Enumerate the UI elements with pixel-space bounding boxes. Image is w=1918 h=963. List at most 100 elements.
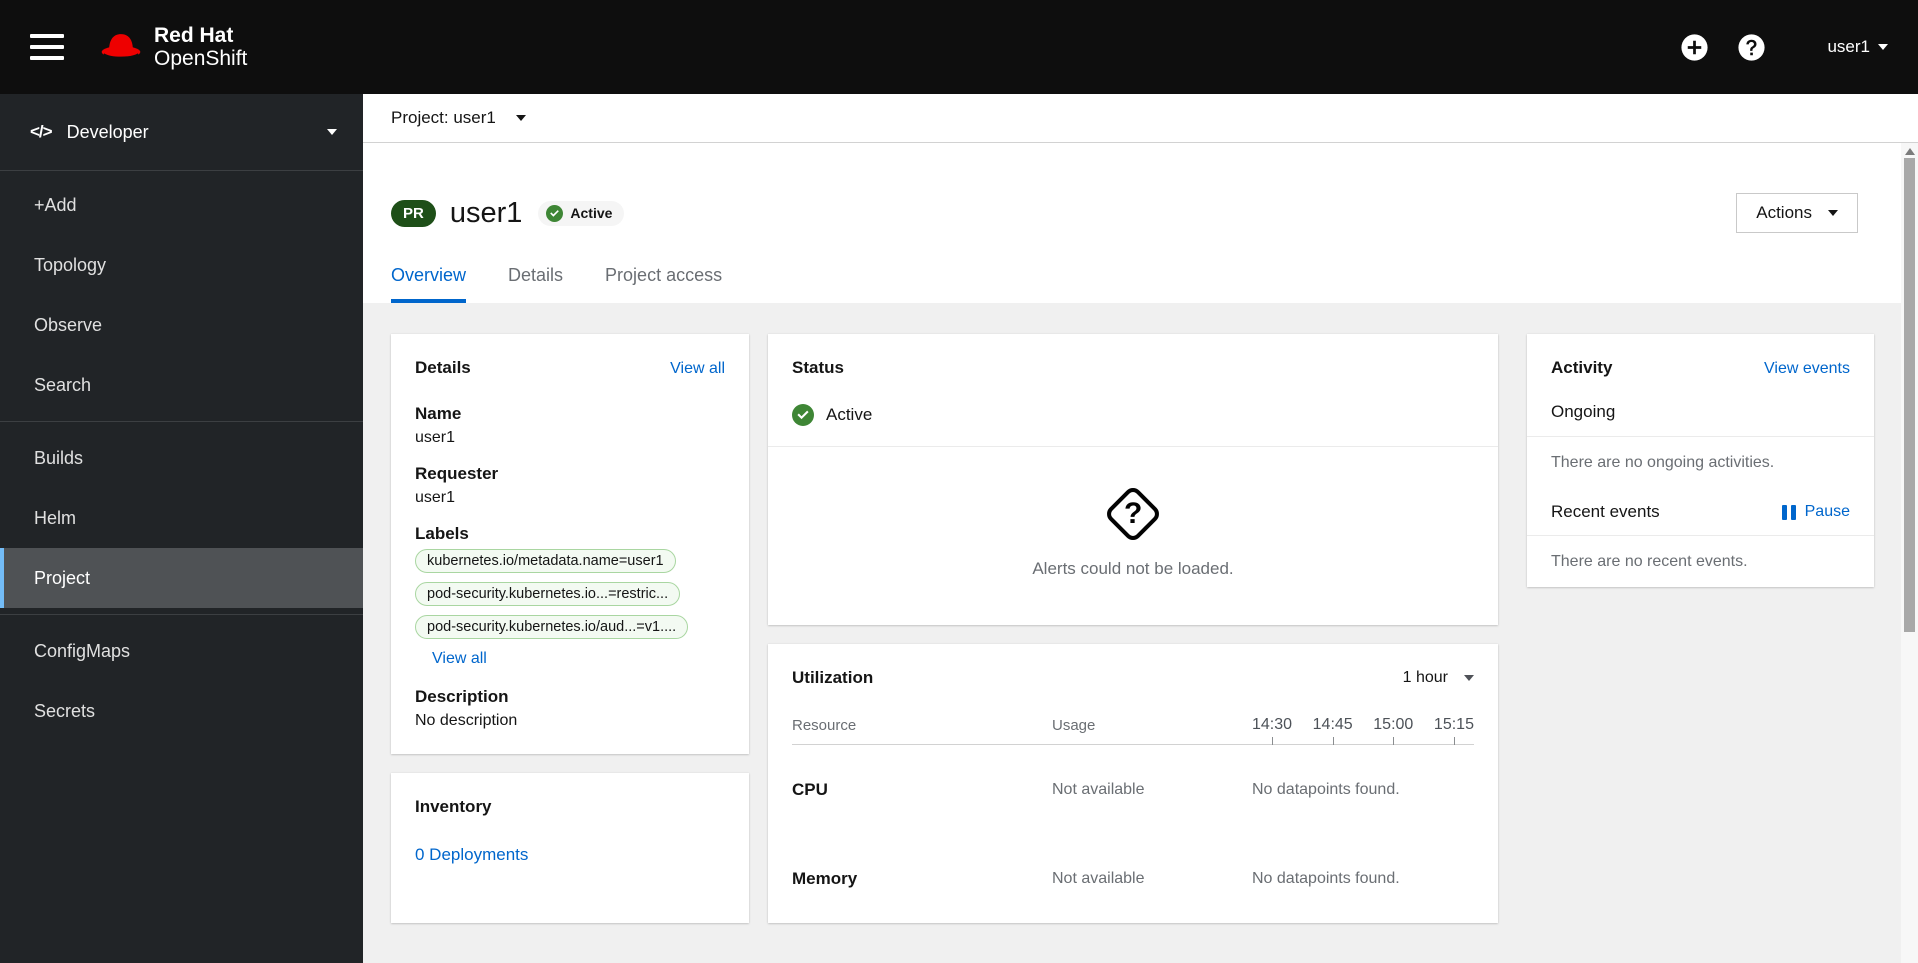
duration-dropdown-label: 1 hour (1402, 669, 1448, 686)
label-chip[interactable]: pod-security.kubernetes.io/aud...=v1.... (415, 615, 689, 639)
time-tick-label: 15:15 (1433, 716, 1474, 745)
resource-datapoints: No datapoints found. (1252, 780, 1400, 798)
check-circle-icon (792, 404, 814, 426)
project-selector-label: Project: user1 (391, 108, 496, 127)
user-menu[interactable]: user1 (1827, 37, 1888, 57)
label-chip[interactable]: pod-security.kubernetes.io...=restric... (415, 582, 681, 606)
status-badge-label: Active (570, 205, 613, 221)
ongoing-heading: Ongoing (1551, 402, 1616, 421)
sidebar-item-add[interactable]: +Add (0, 175, 363, 235)
recent-events-heading: Recent events (1551, 502, 1660, 521)
perspective-label: Developer (66, 121, 149, 142)
details-card-title: Details (415, 358, 471, 377)
field-value-requester: user1 (415, 489, 456, 506)
tab-bar: Overview Details Project access (391, 265, 1858, 303)
sidebar-item-builds[interactable]: Builds (0, 428, 363, 488)
user-menu-label: user1 (1827, 37, 1870, 56)
activity-card: Activity View events Ongoing There are n… (1527, 334, 1874, 587)
question-circle-icon (1738, 33, 1766, 61)
activity-card-title: Activity (1551, 358, 1613, 377)
labels-view-all-link[interactable]: View all (432, 650, 487, 668)
caret-down-icon (1878, 44, 1888, 50)
alerts-empty-state: ? Alerts could not be loaded. (768, 446, 1498, 625)
project-bar: Project: user1 (363, 94, 1918, 143)
page-header: PR user1 Active Actions Overview Details (363, 143, 1918, 303)
hamburger-menu-icon[interactable] (30, 34, 64, 60)
caret-down-icon (1464, 675, 1474, 681)
actions-button[interactable]: Actions (1736, 193, 1858, 233)
redhat-fedora-icon (101, 34, 141, 59)
time-tick-label: 15:00 (1373, 716, 1414, 745)
sidebar-nav: +Add Topology Observe Search Builds Helm… (0, 171, 363, 741)
check-circle-icon (546, 204, 564, 222)
details-view-all-link[interactable]: View all (670, 360, 725, 378)
perspective-switcher[interactable]: </> Developer (0, 94, 363, 171)
sidebar-item-search[interactable]: Search (0, 355, 363, 415)
page-title: user1 (449, 196, 523, 229)
time-tick-label: 14:45 (1312, 716, 1353, 745)
field-term-name: Name (415, 404, 462, 423)
ongoing-empty-message: There are no ongoing activities. (1527, 436, 1874, 488)
deployments-link[interactable]: 0 Deployments (415, 845, 725, 865)
overview-content: Details View all Name user1 Requester us… (363, 303, 1918, 923)
main-area: Project: user1 PR user1 Active Actions O… (363, 94, 1918, 963)
time-axis: 14:30 14:45 15:00 15:15 (1252, 716, 1474, 745)
scrollbar-up-arrow[interactable] (1904, 148, 1915, 155)
tab-overview[interactable]: Overview (391, 265, 467, 303)
status-badge: Active (538, 200, 625, 226)
field-term-requester: Requester (415, 464, 499, 483)
sidebar: </> Developer +Add Topology Observe Sear… (0, 94, 363, 963)
resource-datapoints: No datapoints found. (1252, 869, 1400, 887)
quick-add-button[interactable] (1681, 33, 1709, 61)
utilization-card-title: Utilization (792, 668, 874, 687)
caret-down-icon (515, 115, 526, 121)
project-resource-badge: PR (391, 199, 436, 227)
inventory-card: Inventory 0 Deployments (391, 773, 749, 923)
time-tick-label: 14:30 (1252, 716, 1293, 745)
sidebar-item-project[interactable]: Project (0, 548, 363, 608)
help-button[interactable] (1738, 33, 1766, 61)
pause-events-button[interactable]: Pause (1781, 503, 1850, 521)
resource-usage: Not available (1052, 869, 1145, 887)
status-card: Status Active ? Alerts could not be load… (768, 334, 1498, 625)
column-header-resource: Resource (792, 717, 857, 734)
status-card-title: Status (792, 358, 844, 377)
pause-button-label: Pause (1804, 503, 1850, 520)
plus-circle-icon (1681, 33, 1709, 61)
alerts-message: Alerts could not be loaded. (1032, 559, 1234, 578)
brand-line2: OpenShift (154, 47, 248, 70)
field-term-description: Description (415, 687, 509, 706)
field-value-name: user1 (415, 429, 456, 446)
duration-dropdown[interactable]: 1 hour (1403, 669, 1474, 687)
caret-down-icon (1828, 210, 1838, 216)
brand-logo[interactable]: Red Hat OpenShift (98, 24, 247, 70)
brand-line1: Red Hat (154, 23, 234, 47)
resource-name: CPU (792, 779, 828, 799)
sidebar-item-helm[interactable]: Helm (0, 488, 363, 548)
sidebar-item-topology[interactable]: Topology (0, 235, 363, 295)
actions-button-label: Actions (1756, 203, 1812, 222)
caret-down-icon (327, 129, 337, 135)
scrollbar-thumb[interactable] (1904, 158, 1915, 632)
resource-name: Memory (792, 868, 858, 888)
label-chip[interactable]: kubernetes.io/metadata.name=user1 (415, 549, 676, 573)
sidebar-item-observe[interactable]: Observe (0, 295, 363, 355)
field-value-description: No description (415, 712, 518, 729)
sidebar-item-secrets[interactable]: Secrets (0, 681, 363, 741)
question-diamond-icon: ? (1103, 484, 1163, 544)
recent-empty-message: There are no recent events. (1527, 535, 1874, 587)
sidebar-item-configmaps[interactable]: ConfigMaps (0, 621, 363, 681)
tab-project-access[interactable]: Project access (605, 265, 722, 303)
utilization-row-memory: Memory Not available No datapoints found… (792, 834, 1474, 923)
status-active-label: Active (826, 405, 873, 424)
utilization-row-cpu: CPU Not available No datapoints found. (792, 745, 1474, 834)
sidebar-divider (0, 614, 363, 615)
view-events-link[interactable]: View events (1764, 360, 1850, 378)
tab-details[interactable]: Details (508, 265, 563, 303)
code-icon: </> (30, 122, 53, 141)
page-scroll-area: PR user1 Active Actions Overview Details (363, 143, 1918, 963)
pause-icon (1781, 504, 1796, 520)
field-term-labels: Labels (415, 524, 469, 543)
sidebar-divider (0, 421, 363, 422)
project-selector[interactable]: Project: user1 (391, 108, 526, 128)
